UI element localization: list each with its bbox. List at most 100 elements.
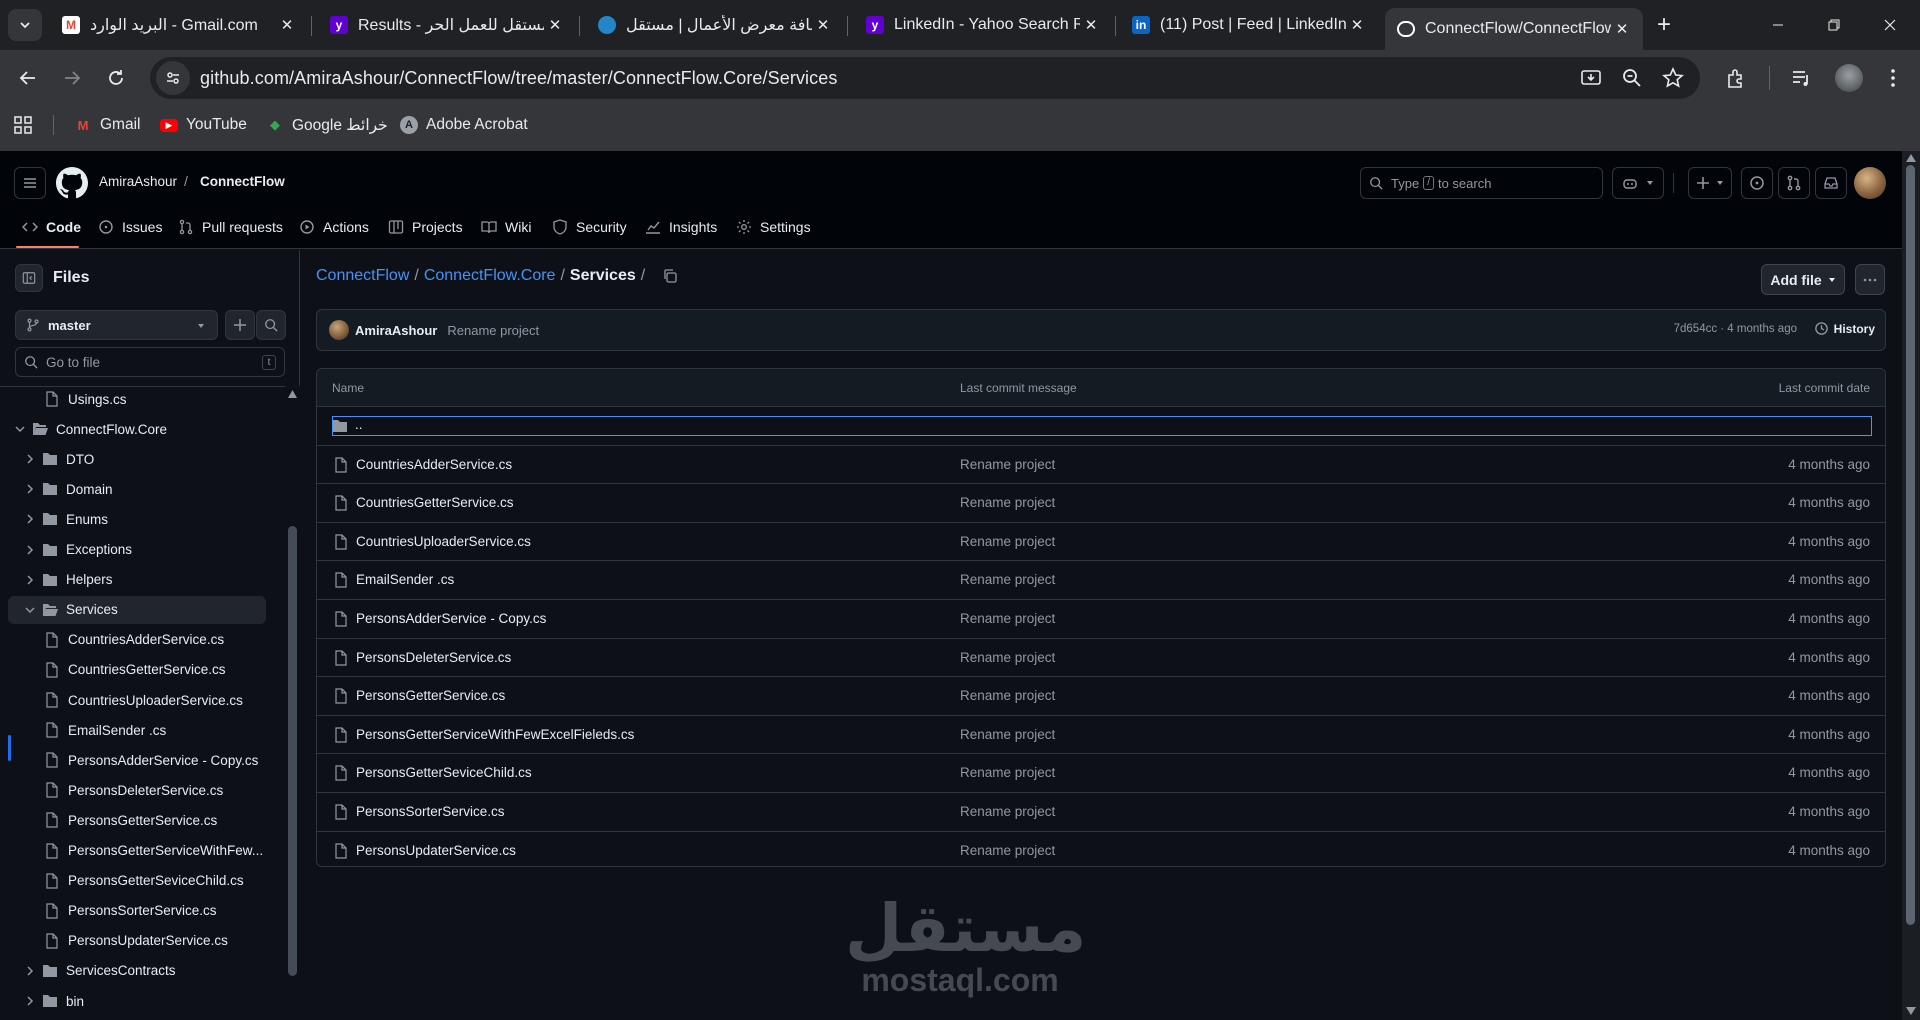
tree-folder-item[interactable]: ServicesContracts <box>8 957 266 985</box>
repo-tab-issues[interactable]: Issues <box>98 209 162 245</box>
tree-folder-item[interactable]: Domain <box>8 475 266 503</box>
commit-message-link[interactable]: Rename project <box>960 534 1055 549</box>
restore-button[interactable] <box>1811 10 1857 40</box>
scroll-up-icon[interactable] <box>1906 154 1916 162</box>
create-new-button[interactable] <box>1688 167 1732 199</box>
file-name-link[interactable]: CountriesGetterService.cs <box>356 495 514 510</box>
file-name-link[interactable]: PersonsDeleterService.cs <box>356 650 511 665</box>
forward-button[interactable] <box>56 62 88 94</box>
commit-message-link[interactable]: Rename project <box>960 457 1055 472</box>
close-tab-icon[interactable]: ✕ <box>1611 18 1633 40</box>
tree-file-item[interactable]: PersonsUpdaterService.cs <box>8 927 266 955</box>
add-file-button[interactable]: Add file <box>1761 264 1845 295</box>
search-input[interactable]: Type / to search <box>1360 167 1603 199</box>
scroll-down-icon[interactable] <box>1906 1007 1916 1015</box>
collapse-sidebar-button[interactable] <box>15 264 43 292</box>
chevron-right-icon[interactable] <box>22 481 38 497</box>
commit-message-link[interactable]: Rename project <box>960 727 1055 742</box>
back-button[interactable] <box>12 62 44 94</box>
repo-tab-security[interactable]: Security <box>552 209 627 245</box>
tree-file-item[interactable]: CountriesUploaderService.cs <box>8 686 266 714</box>
table-row[interactable]: PersonsDeleterService.cs Rename project 4 … <box>317 639 1885 678</box>
file-name-link[interactable]: PersonsGetterService.cs <box>356 688 505 703</box>
file-name-link[interactable]: PersonsUpdaterService.cs <box>356 843 516 858</box>
commit-author[interactable]: AmiraAshour <box>355 323 437 338</box>
bookmark-gmail[interactable]: M Gmail <box>74 113 141 137</box>
site-info-button[interactable] <box>156 61 190 95</box>
commit-message-link[interactable]: Rename project <box>960 572 1055 587</box>
tree-file-item[interactable]: CountriesAdderService.cs <box>8 626 266 654</box>
close-tab-icon[interactable]: ✕ <box>1346 14 1368 36</box>
tree-folder-item[interactable]: bin <box>8 987 266 1015</box>
commit-message-link[interactable]: Rename project <box>960 765 1055 780</box>
browser-tab[interactable]: y Results - مستقل للعمل الحر ✕ <box>318 8 576 42</box>
tree-file-item[interactable]: PersonsAdderService - Copy.cs <box>8 746 266 774</box>
file-name-link[interactable]: PersonsGetterServiceWithFewExcelFieleds.… <box>356 727 634 742</box>
zoom-icon[interactable] <box>1621 67 1643 89</box>
chevron-right-icon[interactable] <box>22 451 38 467</box>
more-options-button[interactable] <box>1855 264 1885 295</box>
media-control-icon[interactable] <box>1790 67 1812 89</box>
tree-file-item[interactable]: CountriesGetterService.cs <box>8 656 266 684</box>
chevron-right-icon[interactable] <box>22 993 38 1009</box>
parent-directory-link[interactable]: .. <box>355 417 363 432</box>
table-row[interactable]: PersonsSorterService.cs Rename project 4 m… <box>317 793 1885 832</box>
sidebar-scroll-thumb[interactable] <box>288 526 297 976</box>
bookmark-star-icon[interactable] <box>1662 67 1684 89</box>
table-row[interactable]: PersonsGetterSeviceChild.cs Rename projec… <box>317 754 1885 793</box>
page-scroll-thumb[interactable] <box>1906 165 1915 925</box>
browser-tab[interactable]: M البريد الوارد - Gmail.com ✕ <box>50 8 308 42</box>
add-file-sidebar-button[interactable] <box>225 310 255 340</box>
branch-selector[interactable]: master <box>15 310 218 340</box>
tree-file-item[interactable]: Usings.cs <box>8 387 266 413</box>
table-row[interactable]: CountriesGetterService.cs Rename project 4… <box>317 484 1885 523</box>
address-bar[interactable]: github.com/AmiraAshour/ConnectFlow/tree/… <box>150 57 1700 99</box>
minimize-button[interactable] <box>1755 10 1801 40</box>
chevron-down-icon[interactable] <box>22 602 38 618</box>
repo-owner-link[interactable]: AmiraAshour <box>99 174 177 189</box>
close-tab-icon[interactable]: ✕ <box>276 14 298 36</box>
search-files-button[interactable] <box>256 310 286 340</box>
tree-folder-item[interactable]: Helpers <box>8 566 266 594</box>
breadcrumb-root-link[interactable]: ConnectFlow <box>316 267 409 285</box>
repo-tab-pull-requests[interactable]: Pull requests <box>178 209 283 245</box>
close-tab-icon[interactable]: ✕ <box>544 14 566 36</box>
commit-meta[interactable]: 7d654cc · 4 months ago <box>1674 323 1797 335</box>
repo-tab-wiki[interactable]: Wiki <box>481 209 531 245</box>
close-tab-icon[interactable]: ✕ <box>1080 14 1102 36</box>
tree-folder-item[interactable]: Services <box>8 595 266 624</box>
chevron-right-icon[interactable] <box>22 542 38 558</box>
issues-button[interactable] <box>1741 167 1773 199</box>
pull-requests-button[interactable] <box>1778 167 1810 199</box>
breadcrumb-parent-link[interactable]: ConnectFlow.Core <box>424 267 556 285</box>
file-name-link[interactable]: PersonsSorterService.cs <box>356 804 505 819</box>
history-button[interactable]: History <box>1814 321 1875 336</box>
commit-message-link[interactable]: Rename project <box>960 650 1055 665</box>
tree-file-item[interactable]: PersonsGetterServiceWithFew... <box>8 837 266 865</box>
tree-folder-item[interactable]: ConnectFlow.Core <box>8 415 266 443</box>
scroll-up-icon[interactable] <box>288 390 297 398</box>
page-scrollbar[interactable] <box>1902 151 1920 1020</box>
commit-message-link[interactable]: Rename project <box>960 495 1055 510</box>
chevron-down-icon[interactable] <box>12 421 28 437</box>
chevron-right-icon[interactable] <box>22 963 38 979</box>
new-tab-button[interactable]: + <box>1650 11 1678 39</box>
table-row[interactable]: EmailSender .cs Rename project 4 months ag… <box>317 561 1885 600</box>
table-row[interactable]: CountriesUploaderService.cs Rename projec… <box>317 523 1885 562</box>
bookmark-google[interactable]: ◆ Google خرائط <box>266 113 388 137</box>
browser-tab[interactable]: in (11) Post | Feed | LinkedIn ✕ <box>1120 8 1378 42</box>
user-avatar[interactable] <box>1854 167 1886 199</box>
table-row[interactable]: PersonsGetterService.cs Rename project 4 m… <box>317 677 1885 716</box>
go-to-file-input[interactable]: Go to file t <box>15 347 285 377</box>
file-name-link[interactable]: EmailSender .cs <box>356 572 454 587</box>
browser-tab[interactable]: y LinkedIn - Yahoo Search Re ✕ <box>854 8 1112 42</box>
tree-file-item[interactable]: PersonsDeleterService.cs <box>8 776 266 804</box>
repo-name-link[interactable]: ConnectFlow <box>200 174 285 189</box>
tree-file-item[interactable]: PersonsGetterService.cs <box>8 806 266 834</box>
browser-tab[interactable]: إضافة معرض الأعمال | مستقل ✕ <box>586 8 844 42</box>
extensions-icon[interactable] <box>1725 67 1747 89</box>
more-vertical-icon[interactable] <box>1882 67 1904 89</box>
install-app-icon[interactable] <box>1580 67 1602 89</box>
url-text[interactable]: github.com/AmiraAshour/ConnectFlow/tree/… <box>200 68 837 89</box>
close-window-button[interactable] <box>1867 10 1913 40</box>
